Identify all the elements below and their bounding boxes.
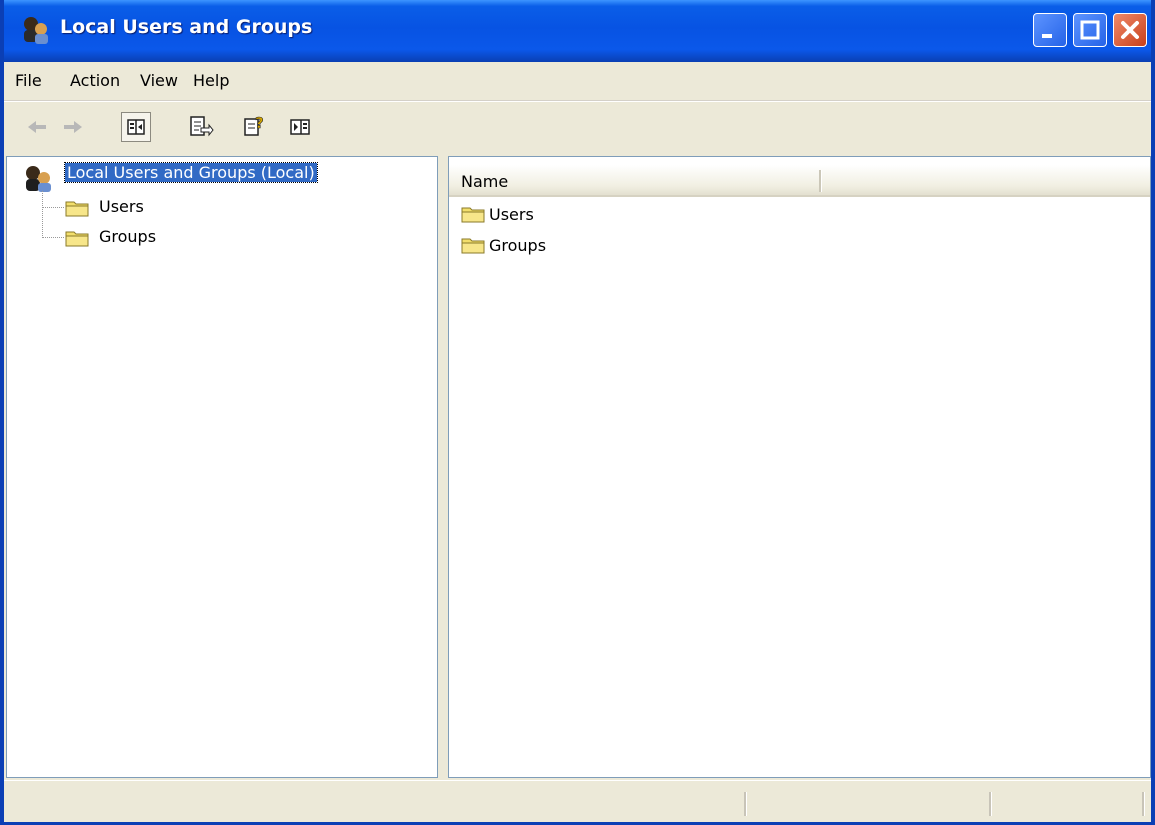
tree-item-label: Users — [99, 197, 144, 216]
toolbar: ? — [4, 101, 1151, 152]
main-window: Local Users and Groups File Action View … — [0, 0, 1155, 825]
list-item-label: Users — [489, 205, 534, 224]
export-list-icon — [190, 116, 214, 137]
back-icon — [28, 121, 46, 133]
menu-file[interactable]: File — [15, 71, 42, 90]
forward-button[interactable] — [58, 112, 88, 142]
folder-icon — [65, 231, 89, 247]
column-header-name[interactable]: Name — [449, 165, 1150, 197]
help-icon: ? — [244, 114, 264, 136]
close-button[interactable] — [1113, 13, 1147, 47]
menu-view[interactable]: View — [140, 71, 178, 90]
back-button[interactable] — [22, 112, 52, 142]
column-header-label: Name — [461, 172, 509, 191]
users-groups-icon — [26, 166, 51, 192]
tree-connector — [42, 207, 64, 208]
folder-icon — [65, 201, 89, 217]
show-hide-console-tree-button[interactable] — [121, 112, 151, 142]
minimize-button[interactable] — [1033, 13, 1067, 47]
folder-icon — [461, 207, 485, 223]
list-item-label: Groups — [489, 236, 547, 255]
folder-icon — [461, 238, 485, 254]
status-divider — [744, 792, 747, 816]
status-bar — [4, 780, 1151, 822]
svg-text:?: ? — [255, 114, 264, 132]
forward-icon — [64, 121, 82, 133]
close-icon — [1121, 21, 1139, 39]
title-bar[interactable]: Local Users and Groups — [4, 0, 1151, 62]
tree-connector — [42, 191, 43, 238]
tree-connector — [42, 237, 64, 238]
maximize-button[interactable] — [1073, 13, 1107, 47]
help-button[interactable]: ? — [240, 112, 270, 142]
export-list-button[interactable] — [185, 112, 215, 142]
users-groups-icon — [24, 17, 48, 44]
window-title: Local Users and Groups — [60, 16, 313, 38]
menu-action[interactable]: Action — [70, 71, 120, 90]
menu-bar: File Action View Help — [4, 62, 1151, 101]
status-divider — [989, 792, 992, 816]
menu-help[interactable]: Help — [193, 71, 229, 90]
maximize-icon — [1080, 20, 1100, 40]
minimize-icon — [1042, 34, 1052, 38]
show-hide-action-pane-icon — [290, 119, 310, 135]
show-hide-console-tree-icon — [127, 119, 145, 135]
console-tree[interactable]: Local Users and Groups (Local) Users Gro… — [6, 156, 438, 778]
status-divider — [1142, 792, 1145, 816]
details-list[interactable]: Name Users Groups — [448, 156, 1151, 778]
tree-root-label[interactable]: Local Users and Groups (Local) — [64, 162, 318, 183]
show-hide-action-pane-button[interactable] — [285, 112, 315, 142]
column-separator[interactable] — [819, 170, 822, 192]
tree-item-label: Groups — [99, 227, 157, 246]
